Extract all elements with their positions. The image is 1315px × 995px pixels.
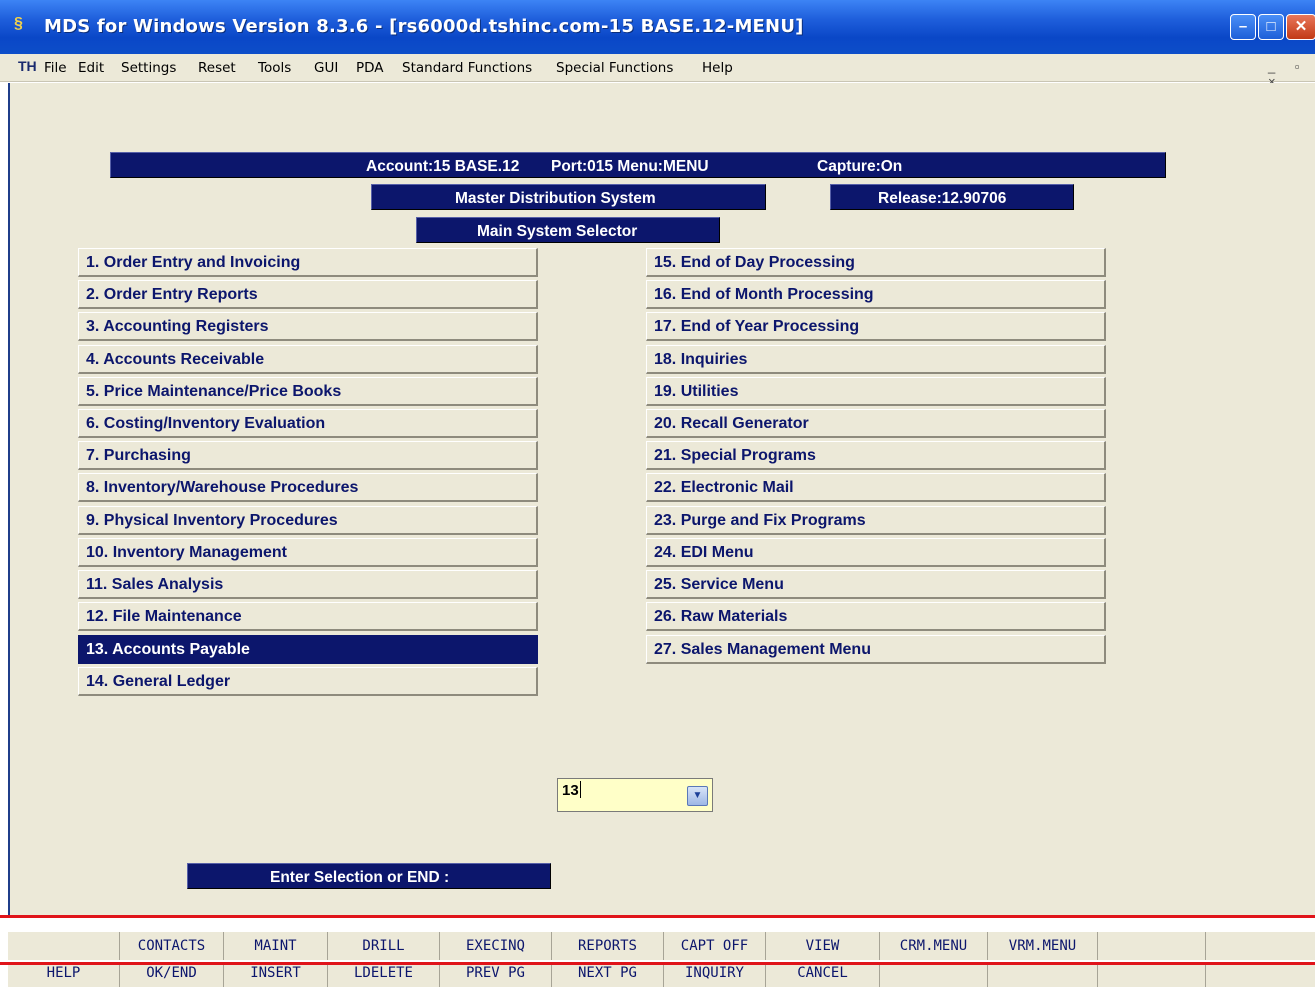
fkey-execinq[interactable]: EXECINQ <box>440 932 552 960</box>
fkey-inquiry[interactable]: INQUIRY <box>664 965 766 987</box>
capture-status: Capture:On <box>817 158 903 175</box>
maximize-button[interactable]: □ <box>1258 14 1284 40</box>
release-bar: Release:12.90706 <box>830 184 1074 210</box>
fkey-row2-blank-3[interactable] <box>1098 965 1206 987</box>
system-name-bar: Master Distribution System <box>371 184 766 210</box>
menu-option-9[interactable]: 9. Physical Inventory Procedures <box>78 506 538 535</box>
function-key-row-1: CONTACTS MAINT DRILL EXECINQ REPORTS CAP… <box>8 932 1315 960</box>
fkey-row1-blank-1[interactable] <box>8 932 120 960</box>
fkey-next-pg[interactable]: NEXT PG <box>552 965 664 987</box>
fkey-reports[interactable]: REPORTS <box>552 932 664 960</box>
function-key-panel: CONTACTS MAINT DRILL EXECINQ REPORTS CAP… <box>0 915 1315 995</box>
selection-input-value: 13 <box>562 782 579 799</box>
highlight-line-top <box>0 915 1315 918</box>
app-logo-icon: § <box>14 15 23 32</box>
menu-option-12[interactable]: 12. File Maintenance <box>78 602 538 631</box>
fkey-view[interactable]: VIEW <box>766 932 880 960</box>
menu-settings[interactable]: Settings <box>121 60 176 76</box>
menu-option-10[interactable]: 10. Inventory Management <box>78 538 538 567</box>
menu-option-14[interactable]: 14. General Ledger <box>78 667 538 696</box>
menu-option-19[interactable]: 19. Utilities <box>646 377 1106 406</box>
menu-option-20[interactable]: 20. Recall Generator <box>646 409 1106 438</box>
port-menu-label: Port:015 Menu:MENU <box>551 158 709 175</box>
menu-option-27[interactable]: 27. Sales Management Menu <box>646 635 1106 664</box>
fkey-contacts[interactable]: CONTACTS <box>120 932 224 960</box>
menu-pda[interactable]: PDA <box>356 60 384 76</box>
menu-option-11[interactable]: 11. Sales Analysis <box>78 570 538 599</box>
menu-option-5[interactable]: 5. Price Maintenance/Price Books <box>78 377 538 406</box>
account-status-bar: Account:15 BASE.12 Port:015 Menu:MENU Ca… <box>110 152 1166 178</box>
fkey-ldelete[interactable]: LDELETE <box>328 965 440 987</box>
menu-tools[interactable]: Tools <box>258 60 291 76</box>
fkey-prev-pg[interactable]: PREV PG <box>440 965 552 987</box>
menu-option-17[interactable]: 17. End of Year Processing <box>646 312 1106 341</box>
close-button[interactable]: ✕ <box>1286 14 1315 40</box>
menu-standard-functions[interactable]: Standard Functions <box>402 60 532 76</box>
menu-option-23[interactable]: 23. Purge and Fix Programs <box>646 506 1106 535</box>
menu-option-25[interactable]: 25. Service Menu <box>646 570 1106 599</box>
maximize-icon: □ <box>1266 18 1276 35</box>
menu-option-22[interactable]: 22. Electronic Mail <box>646 473 1106 502</box>
fkey-crm-menu[interactable]: CRM.MENU <box>880 932 988 960</box>
system-name: Master Distribution System <box>455 190 656 207</box>
menu-option-26[interactable]: 26. Raw Materials <box>646 602 1106 631</box>
release-label: Release:12.90706 <box>878 190 1007 207</box>
mdi-document-icon[interactable]: TH <box>18 58 37 74</box>
fkey-row2-blank-4[interactable] <box>1206 965 1315 987</box>
menu-option-2[interactable]: 2. Order Entry Reports <box>78 280 538 309</box>
menu-option-16[interactable]: 16. End of Month Processing <box>646 280 1106 309</box>
menu-gui[interactable]: GUI <box>314 60 338 76</box>
menu-file[interactable]: File <box>44 60 67 76</box>
menu-option-8[interactable]: 8. Inventory/Warehouse Procedures <box>78 473 538 502</box>
function-key-row-2: HELP OK/END INSERT LDELETE PREV PG NEXT … <box>8 965 1315 987</box>
menu-option-21[interactable]: 21. Special Programs <box>646 441 1106 470</box>
selection-prompt-label: Enter Selection or END : <box>270 869 450 886</box>
menu-reset[interactable]: Reset <box>198 60 236 76</box>
menu-bar: TH File Edit Settings Reset Tools GUI PD… <box>0 54 1315 89</box>
account-label: Account:15 BASE.12 <box>366 158 520 175</box>
text-caret <box>579 781 581 798</box>
fkey-row1-blank-2[interactable] <box>1098 932 1206 960</box>
menu-special-functions[interactable]: Special Functions <box>556 60 673 76</box>
fkey-ok-end[interactable]: OK/END <box>120 965 224 987</box>
arrow-down-icon: ▼ <box>692 790 703 801</box>
fkey-row1-blank-3[interactable] <box>1206 932 1315 960</box>
menu-option-6[interactable]: 6. Costing/Inventory Evaluation <box>78 409 538 438</box>
selector-title-bar: Main System Selector <box>416 217 720 243</box>
menu-option-24[interactable]: 24. EDI Menu <box>646 538 1106 567</box>
fkey-row2-blank-1[interactable] <box>880 965 988 987</box>
selector-title: Main System Selector <box>477 223 638 240</box>
menu-option-15[interactable]: 15. End of Day Processing <box>646 248 1106 277</box>
close-icon: ✕ <box>1294 18 1308 35</box>
menu-edit[interactable]: Edit <box>78 60 104 76</box>
fkey-drill[interactable]: DRILL <box>328 932 440 960</box>
fkey-vrm-menu[interactable]: VRM.MENU <box>988 932 1098 960</box>
menu-option-7[interactable]: 7. Purchasing <box>78 441 538 470</box>
menu-option-18[interactable]: 18. Inquiries <box>646 345 1106 374</box>
menu-option-1[interactable]: 1. Order Entry and Invoicing <box>78 248 538 277</box>
menu-help[interactable]: Help <box>702 60 733 76</box>
title-bar: § MDS for Windows Version 8.3.6 - [rs600… <box>0 0 1315 54</box>
fkey-help[interactable]: HELP <box>8 965 120 987</box>
window-title: MDS for Windows Version 8.3.6 - [rs6000d… <box>44 16 804 37</box>
selection-prompt-bar: Enter Selection or END : <box>187 863 551 889</box>
minimize-icon: – <box>1238 18 1248 35</box>
menu-option-3[interactable]: 3. Accounting Registers <box>78 312 538 341</box>
fkey-insert[interactable]: INSERT <box>224 965 328 987</box>
menu-option-13-selected[interactable]: 13. Accounts Payable <box>78 635 538 664</box>
fkey-maint[interactable]: MAINT <box>224 932 328 960</box>
minimize-button[interactable]: – <box>1230 14 1256 40</box>
menu-option-4[interactable]: 4. Accounts Receivable <box>78 345 538 374</box>
fkey-capt-off[interactable]: CAPT OFF <box>664 932 766 960</box>
fkey-cancel[interactable]: CANCEL <box>766 965 880 987</box>
fkey-row2-blank-2[interactable] <box>988 965 1098 987</box>
selection-lookup-button[interactable]: ▼ <box>687 786 708 806</box>
